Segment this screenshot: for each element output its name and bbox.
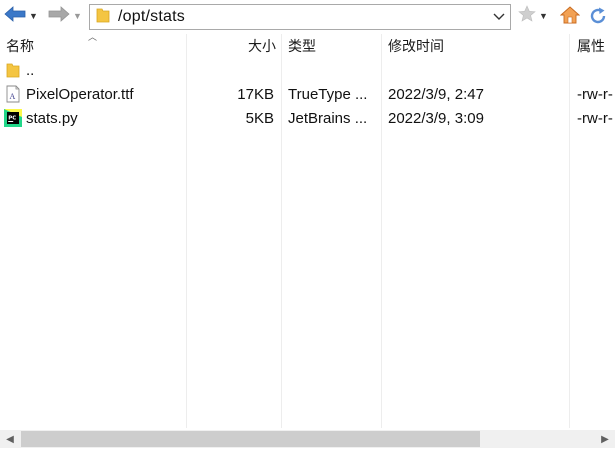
file-attributes: -rw-r- [577,85,613,103]
horizontal-scrollbar[interactable]: ◀ ▶ [0,430,615,448]
arrow-right-icon [48,5,70,27]
column-header: 名称 ︿ 大小 类型 修改时间 属性 [0,32,615,58]
favorites-button[interactable]: ▼ [518,5,554,27]
home-button[interactable] [559,6,581,28]
sort-ascending-icon: ︿ [88,32,98,42]
star-icon [518,5,536,27]
forward-history-caret-icon[interactable]: ▼ [73,11,82,21]
file-type [288,58,380,82]
refresh-icon [588,7,608,30]
font-file-icon: A [4,85,22,103]
back-history-caret-icon[interactable]: ▼ [29,11,38,21]
scroll-right-button[interactable]: ▶ [597,430,613,448]
scroll-left-button[interactable]: ◀ [2,430,18,448]
file-name: .. [26,61,35,79]
path-input[interactable]: /opt/stats [89,4,511,30]
file-row[interactable]: PC stats.py 5KB JetBrains ... 2022/3/9, … [0,106,615,130]
home-icon [559,6,581,28]
file-name: stats.py [26,109,78,127]
file-list: .. A PixelOperator.ttf 17KB TrueType ...… [0,58,615,130]
file-size [188,58,274,82]
back-button[interactable]: ▼ [4,5,44,27]
folder-icon [4,61,22,79]
chevron-left-icon: ◀ [6,433,14,445]
chevron-right-icon: ▶ [601,433,609,445]
column-type-header[interactable]: 类型 [288,34,316,58]
column-name-header[interactable]: 名称 [6,34,34,58]
toolbar: ▼ ▼ /opt/stats ▼ [0,0,615,34]
scrollbar-thumb[interactable] [21,431,480,447]
favorites-caret-icon[interactable]: ▼ [539,11,548,21]
file-attributes: -rw-r- [577,109,613,127]
arrow-left-icon [4,5,26,27]
file-row[interactable]: A PixelOperator.ttf 17KB TrueType ... 20… [0,82,615,106]
chevron-down-icon[interactable] [492,8,506,26]
column-name-label: 名称 [6,38,34,54]
file-row-parent[interactable]: .. [0,58,615,82]
file-attributes [577,58,615,82]
column-attributes-label: 属性 [577,38,605,54]
pycharm-file-icon: PC [4,109,22,127]
folder-icon [96,7,110,28]
file-type: JetBrains ... [288,109,368,127]
refresh-button[interactable] [588,6,610,26]
file-modified [388,58,568,82]
file-size: 17KB [237,85,274,103]
svg-text:A: A [10,92,16,101]
path-text: /opt/stats [118,8,185,25]
column-attributes-header[interactable]: 属性 [577,34,605,58]
column-size-label: 大小 [248,38,276,54]
forward-button[interactable]: ▼ [48,5,86,27]
column-modified-label: 修改时间 [388,38,444,54]
column-modified-header[interactable]: 修改时间 [388,34,444,58]
file-type: TrueType ... [288,85,368,103]
file-size: 5KB [245,109,274,127]
column-size-header[interactable]: 大小 [188,34,276,58]
column-type-label: 类型 [288,38,316,54]
file-name: PixelOperator.ttf [26,85,134,103]
file-modified: 2022/3/9, 2:47 [388,85,484,103]
file-modified: 2022/3/9, 3:09 [388,109,484,127]
svg-text:PC: PC [8,116,16,122]
